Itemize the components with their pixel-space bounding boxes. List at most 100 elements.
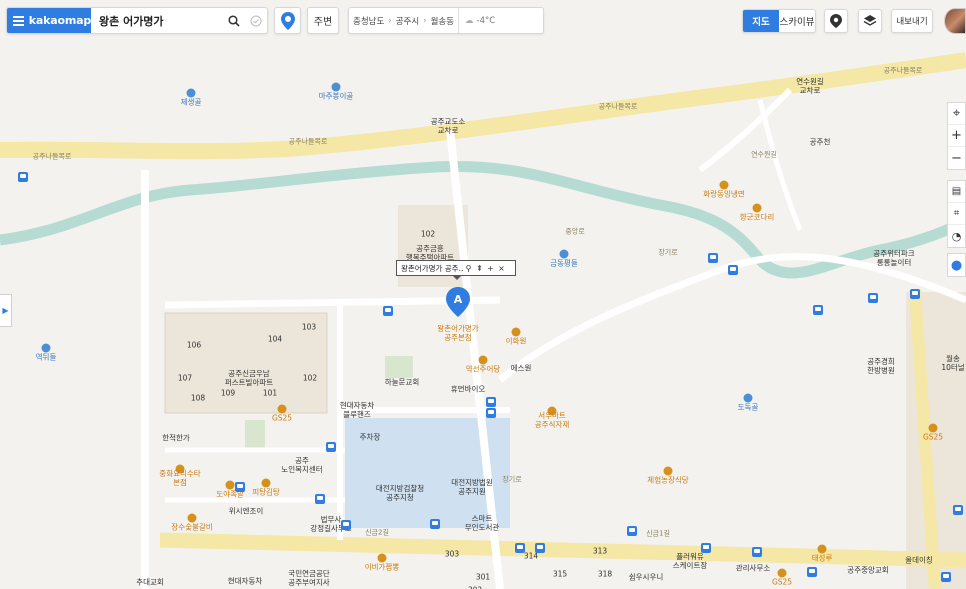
marker-a-pin[interactable]: A — [446, 287, 470, 317]
roadview-button[interactable]: ▤ — [948, 181, 965, 203]
nearby-button[interactable]: 주변 — [307, 7, 339, 34]
my-location-button[interactable]: ⌖ — [948, 103, 965, 125]
bus-stop-icon[interactable] — [807, 567, 817, 577]
poi-label[interactable]: GS25 — [272, 414, 292, 423]
check-icon[interactable] — [245, 8, 267, 33]
poi-label-icon[interactable] — [261, 478, 271, 488]
bus-stop-icon[interactable] — [535, 543, 545, 553]
breadcrumb: 충청남도 › 공주시 › 월송동 ☁ -4°C — [348, 7, 544, 34]
place-label: 월송 10터널 — [941, 354, 965, 372]
poi-label[interactable]: 이비가짬뽕 — [365, 563, 400, 572]
poi-label[interactable]: 중화요리수타 본점 — [159, 469, 200, 487]
bus-stop-icon[interactable] — [235, 482, 245, 492]
map-type-map[interactable]: 지도 — [743, 10, 779, 32]
breadcrumb-province[interactable]: 충청남도 — [349, 15, 388, 27]
bus-stop-icon[interactable] — [18, 172, 28, 182]
bus-stop-icon[interactable] — [627, 526, 637, 536]
interchange-label: 공주교도소 교차로 — [430, 117, 466, 135]
place-label-icon[interactable] — [743, 393, 753, 403]
poi-label[interactable]: 태성루 — [812, 554, 833, 563]
place-label[interactable]: 금동평들 — [550, 259, 578, 268]
bus-stop-icon[interactable] — [752, 547, 762, 557]
bus-stop-icon[interactable] — [326, 442, 336, 452]
place-label-icon[interactable] — [186, 88, 196, 98]
zoom-out-button[interactable]: − — [948, 147, 965, 169]
poi-label[interactable]: 이화원 — [506, 337, 527, 346]
bus-stop-icon[interactable] — [315, 494, 325, 504]
bus-stop-icon[interactable] — [953, 505, 963, 515]
road-label: 중앙로 — [565, 227, 585, 236]
place-label-icon[interactable] — [559, 249, 569, 259]
plus-icon: + — [951, 128, 962, 143]
poi-label[interactable]: 피탕김탕 — [252, 488, 280, 497]
poi-label-icon[interactable] — [928, 423, 938, 433]
bus-stop-icon[interactable] — [430, 519, 440, 529]
search-icon[interactable] — [223, 8, 245, 33]
poi-label[interactable]: 장수숯불갈비 — [171, 523, 212, 532]
bus-stop-icon[interactable] — [910, 289, 920, 299]
export-button[interactable]: 내보내기 — [891, 9, 933, 33]
bus-stop-icon[interactable] — [813, 305, 823, 315]
place-label: 위시엔조이 — [228, 506, 264, 516]
place-label[interactable]: 역뒤들 — [36, 353, 57, 362]
brand-menu-button[interactable]: kakaomap — [7, 8, 91, 33]
poi-label[interactable]: 서우마트 공주식자재 — [535, 411, 570, 429]
map-type-skyview[interactable]: 스카이뷰 — [779, 10, 815, 32]
poi-label[interactable]: GS25 — [772, 578, 792, 587]
poi-label[interactable]: 향군코다리 — [740, 213, 775, 222]
poi-label-icon[interactable] — [817, 544, 827, 554]
bus-stop-icon[interactable] — [383, 306, 393, 316]
add-icon[interactable]: + — [485, 264, 496, 273]
poi-label-icon[interactable] — [187, 513, 197, 523]
place-label-icon[interactable] — [41, 343, 51, 353]
place-label[interactable]: 제생골 — [181, 98, 202, 107]
avatar[interactable] — [944, 8, 966, 34]
place-label[interactable]: 마주봉이골 — [319, 92, 354, 101]
bus-stop-icon[interactable] — [701, 543, 711, 553]
poi-label-icon[interactable] — [225, 480, 235, 490]
layers-button[interactable] — [858, 9, 882, 33]
bus-stop-icon[interactable] — [486, 408, 496, 418]
poi-label-icon[interactable] — [511, 327, 521, 337]
route-pin-icon — [280, 11, 295, 30]
poi-label[interactable]: 약선주어당 — [466, 365, 501, 374]
place-label: 103 — [301, 322, 317, 332]
poi-label-icon[interactable] — [752, 203, 762, 213]
place-label: 쉼우시우니 — [628, 572, 664, 582]
place-label-icon[interactable] — [331, 82, 341, 92]
place-tooltip: 왕촌어가명가 공주... ⚲ ⇞ + × — [396, 260, 516, 280]
bus-stop-icon[interactable] — [486, 397, 496, 407]
poi-label-icon[interactable] — [478, 355, 488, 365]
distance-button[interactable]: ◔ — [948, 225, 965, 247]
breadcrumb-city[interactable]: 공주시 — [392, 15, 423, 27]
place-pin-button[interactable]: ● — [948, 254, 965, 276]
place-label: 스마트 무인도서관 — [464, 514, 500, 532]
zoom-in-button[interactable]: + — [948, 125, 965, 147]
place-label[interactable]: 도독골 — [738, 403, 759, 412]
bus-stop-icon[interactable] — [341, 520, 351, 530]
bus-stop-icon[interactable] — [941, 572, 951, 582]
pin-icon[interactable]: ⚲ — [463, 264, 474, 273]
poi-label-icon[interactable] — [777, 568, 787, 578]
poi-label[interactable]: 화랑동잉냉면 — [703, 190, 744, 199]
poi-label-icon[interactable] — [277, 404, 287, 414]
blue-pin-icon: ● — [950, 257, 963, 273]
bus-stop-icon[interactable] — [515, 543, 525, 553]
sidebar-toggle[interactable]: ▶ — [0, 294, 12, 327]
poi-label[interactable]: GS25 — [923, 433, 943, 442]
search-input[interactable]: 왕촌 어가명가 — [91, 13, 223, 29]
area-button[interactable]: ⌗ — [948, 203, 965, 225]
bus-stop-icon[interactable] — [728, 265, 738, 275]
breadcrumb-district[interactable]: 월송동 — [427, 15, 458, 27]
route-button[interactable] — [274, 7, 301, 34]
poi-label-icon[interactable] — [719, 180, 729, 190]
location-pin-button[interactable] — [824, 9, 848, 33]
poi-label-icon[interactable] — [663, 466, 673, 476]
tools-icon[interactable]: ⇞ — [474, 264, 485, 273]
poi-label[interactable]: 체험농장식당 — [647, 476, 688, 485]
map-canvas[interactable]: A 공주나들목로 공주나들목로 공주나들목로 공주나들목로 연수원길 장기로 장기로 중앙로 신… — [0, 0, 966, 589]
close-icon[interactable]: × — [496, 264, 507, 273]
poi-label-icon[interactable] — [377, 553, 387, 563]
bus-stop-icon[interactable] — [868, 293, 878, 303]
bus-stop-icon[interactable] — [708, 253, 718, 263]
